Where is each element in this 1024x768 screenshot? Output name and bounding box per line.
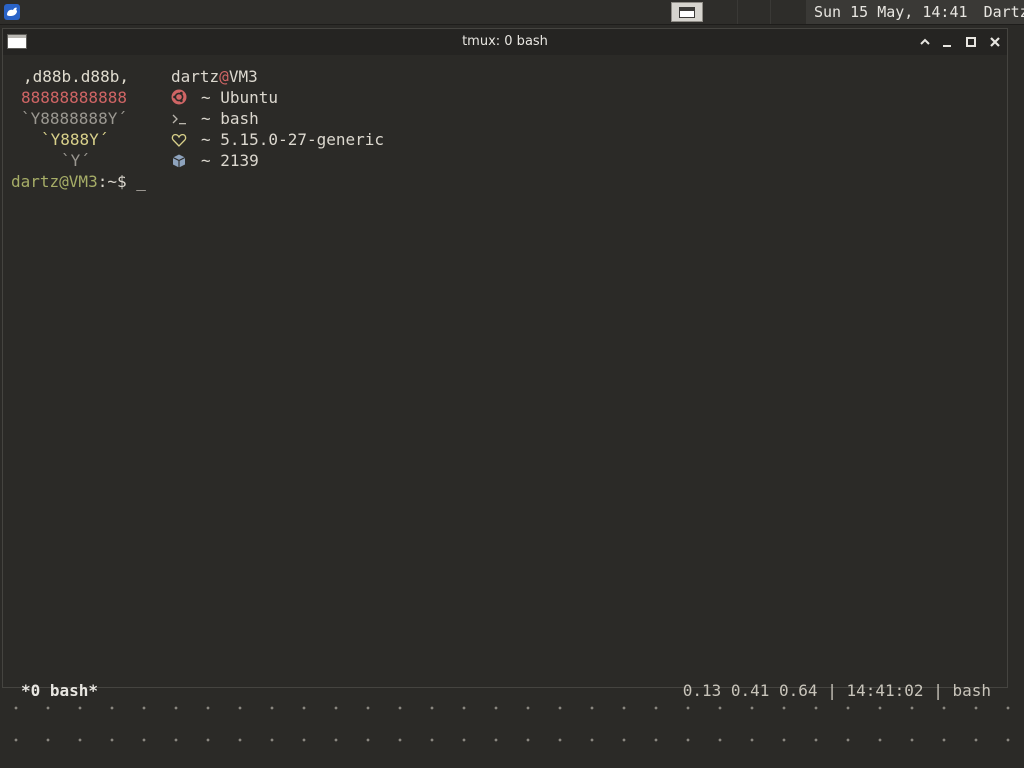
window-title: tmux: 0 bash [462, 34, 548, 49]
ascii-art-line: ,d88b.d88b, [23, 67, 129, 86]
minimize-icon[interactable] [939, 34, 955, 50]
terminal-prompt-icon [172, 114, 186, 125]
shell-prompt[interactable]: dartz@VM3:~$ _ [11, 171, 146, 192]
status-separator: | [827, 681, 837, 700]
panel-username[interactable]: Dartz [984, 3, 1024, 21]
prompt-path: :~$ [97, 172, 127, 191]
window-titlebar[interactable]: tmux: 0 bash [3, 29, 1007, 55]
fetch-shell: ~ bash [201, 109, 259, 128]
fetch-os: ~ Ubuntu [201, 88, 279, 107]
window-icon [679, 7, 695, 18]
ascii-art-line: `Y´ [61, 151, 90, 170]
fetch-user-host: dartz@VM3 [171, 66, 258, 87]
fetch-kernel: ~ 5.15.0-27-generic [201, 130, 385, 149]
ubuntu-icon [171, 89, 187, 105]
ascii-art-line: 88888888888 [21, 88, 127, 107]
clock-text: Sun 15 May, 14:41 [814, 3, 968, 21]
terminal-area[interactable]: ,d88b.d88b, 88888888888 `Y8888888Y´ `Y88… [3, 55, 1007, 700]
terminal-window: tmux: 0 bash ,d88b.d88b, 88888888888 `Y8… [2, 28, 1008, 700]
top-panel: Sun 15 May, 14:41 Dartz [0, 0, 1024, 25]
fetch-username: dartz [171, 67, 220, 86]
ascii-art-line: `Y8888888Y´ [21, 109, 127, 128]
status-time: 14:41:02 [846, 681, 924, 700]
tmux-status-right: 0.13 0.41 0.64 | 14:41:02 | bash [683, 681, 991, 700]
panel-clock[interactable]: Sun 15 May, 14:41 Dartz [806, 0, 1024, 24]
status-command: bash [952, 681, 991, 700]
fetch-at-sign: @ [219, 67, 229, 86]
panel-separator [737, 0, 738, 24]
panel-separator [770, 0, 771, 24]
ascii-art-line: `Y888Y´ [41, 130, 109, 149]
prompt-user-host: dartz@VM3 [11, 172, 98, 191]
terminal-cursor: _ [136, 172, 146, 191]
fetch-packages: ~ 2139 [201, 151, 259, 170]
maximize-icon[interactable] [963, 34, 979, 50]
xfce-logo-icon[interactable] [4, 4, 20, 20]
close-icon[interactable] [987, 34, 1003, 50]
tmux-window-tab[interactable]: *0 bash* [21, 681, 98, 700]
heart-icon [171, 133, 187, 147]
desktop-background [0, 690, 1024, 768]
load-average: 0.13 0.41 0.64 [682, 681, 818, 700]
shade-icon[interactable] [917, 34, 933, 50]
package-icon [172, 154, 186, 168]
status-separator: | [933, 681, 943, 700]
taskbar-window-button[interactable] [671, 2, 703, 22]
fetch-hostname: VM3 [228, 67, 258, 86]
